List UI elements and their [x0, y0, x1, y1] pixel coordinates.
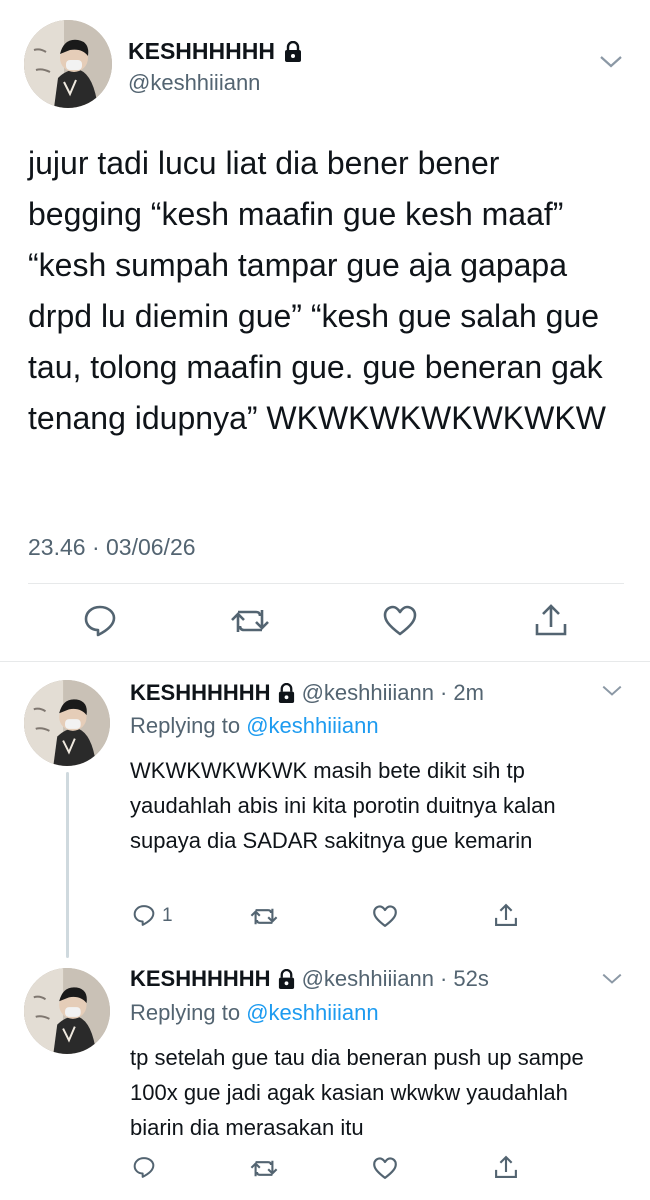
reply-button[interactable]: [82, 604, 118, 638]
reply-icon: [82, 604, 118, 638]
like-icon: [372, 1157, 398, 1180]
tweet-timestamp: 23.46 · 03/06/26: [28, 534, 196, 560]
replying-to-prefix: Replying to: [130, 1000, 247, 1025]
reply-button[interactable]: 1: [132, 904, 173, 927]
reply-icon: [132, 904, 156, 927]
reply-time: · 52s: [439, 966, 489, 991]
lock-icon: [277, 682, 296, 704]
retweet-button[interactable]: [230, 606, 270, 636]
replying-to-link[interactable]: @keshhiiiann: [246, 713, 378, 738]
reply-count: 1: [162, 904, 173, 926]
like-button[interactable]: [372, 905, 398, 928]
avatar[interactable]: [24, 968, 110, 1054]
retweet-icon: [250, 906, 278, 927]
reply-button[interactable]: [132, 1156, 156, 1179]
like-icon: [372, 905, 398, 928]
reply-icon: [132, 1156, 156, 1179]
like-button[interactable]: [382, 605, 418, 637]
tweet-text: jujur tadi lucu liat dia bener bener beg…: [28, 145, 606, 436]
share-icon: [494, 1154, 518, 1180]
section-divider: [0, 661, 650, 662]
share-button[interactable]: [494, 1154, 518, 1180]
retweet-icon: [250, 1158, 278, 1179]
chevron-down-icon[interactable]: [598, 54, 624, 70]
avatar[interactable]: [24, 20, 112, 108]
retweet-button[interactable]: [250, 906, 278, 927]
share-icon: [534, 602, 568, 638]
chevron-down-icon[interactable]: [600, 684, 624, 698]
replying-to: Replying to @keshhiiiann: [130, 713, 379, 739]
avatar-photo: [24, 968, 110, 1054]
handle[interactable]: @keshhiiiann: [302, 966, 434, 992]
divider: [28, 583, 624, 584]
handle[interactable]: @keshhiiiann: [128, 70, 260, 96]
lock-icon: [283, 40, 303, 63]
like-icon: [382, 605, 418, 637]
reply-text: tp setelah gue tau dia beneran push up s…: [130, 1045, 584, 1140]
replying-to: Replying to @keshhiiiann: [130, 1000, 379, 1026]
chevron-down-icon[interactable]: [600, 972, 624, 986]
display-name[interactable]: KESHHHHHH: [130, 966, 271, 992]
reply-time: · 2m: [439, 680, 484, 705]
lock-icon: [277, 968, 296, 990]
share-button[interactable]: [494, 902, 518, 928]
share-button[interactable]: [534, 602, 568, 638]
like-button[interactable]: [372, 1157, 398, 1180]
avatar[interactable]: [24, 680, 110, 766]
display-name[interactable]: KESHHHHHH: [130, 680, 271, 706]
display-name[interactable]: KESHHHHHH: [128, 38, 275, 65]
thread-line: [66, 772, 69, 958]
reply-text: WKWKWKWKWK masih bete dikit sih tp yauda…: [130, 758, 556, 853]
retweet-icon: [230, 606, 270, 636]
share-icon: [494, 902, 518, 928]
avatar-photo: [24, 20, 112, 108]
replying-to-prefix: Replying to: [130, 713, 247, 738]
retweet-button[interactable]: [250, 1158, 278, 1179]
avatar-photo: [24, 680, 110, 766]
replying-to-link[interactable]: @keshhiiiann: [246, 1000, 378, 1025]
handle[interactable]: @keshhiiiann: [302, 680, 434, 706]
